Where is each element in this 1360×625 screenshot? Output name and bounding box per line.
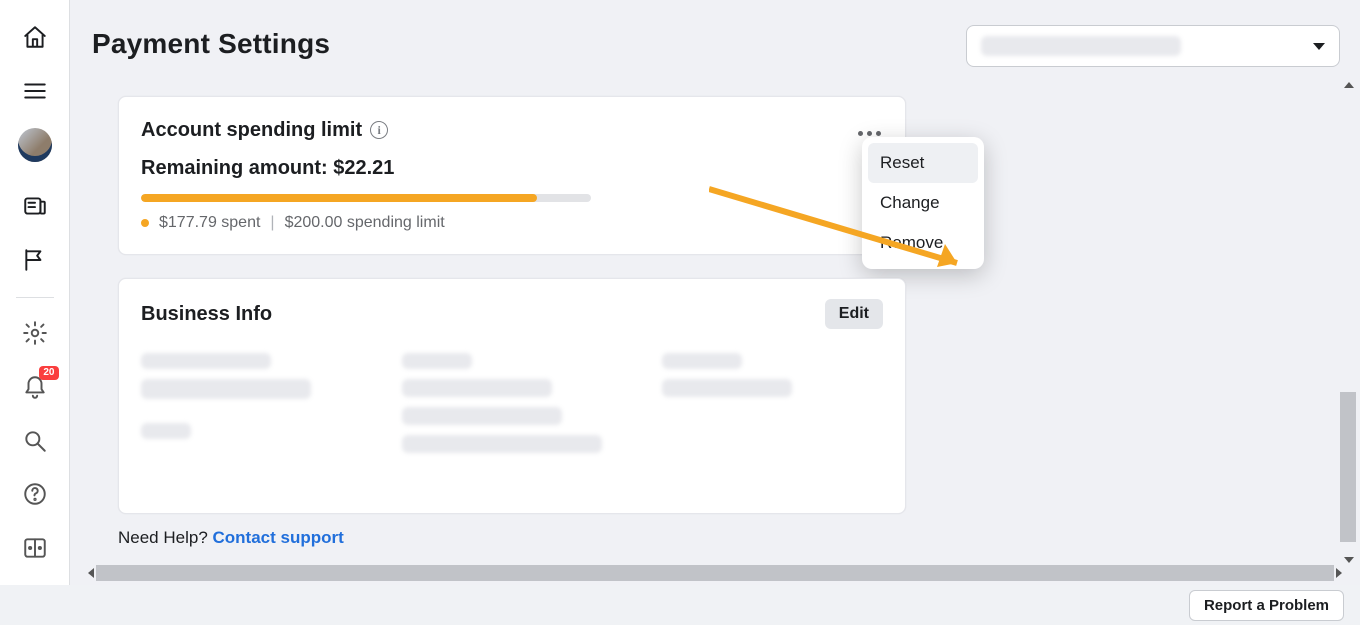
spending-limit-title: Account spending limit [141, 117, 362, 143]
vertical-scrollbar[interactable] [1342, 82, 1356, 563]
biz-col-address [402, 353, 623, 463]
biz-col-name [141, 353, 362, 463]
hamburger-menu-icon[interactable] [15, 74, 55, 108]
main-content: Payment Settings Account spending limit … [70, 0, 1360, 585]
search-icon[interactable] [15, 424, 55, 458]
spending-limit-card: Account spending limit i Remaining amoun… [118, 96, 906, 255]
user-avatar[interactable] [15, 128, 55, 162]
need-help-line: Need Help? Contact support [118, 528, 344, 548]
scroll-thumb-horizontal[interactable] [96, 565, 1334, 581]
biz-col-currency [662, 353, 883, 463]
scroll-right-icon[interactable] [1336, 568, 1342, 578]
contact-support-link[interactable]: Contact support [213, 528, 344, 547]
menu-item-remove[interactable]: Remove [868, 223, 978, 263]
scroll-down-icon[interactable] [1344, 557, 1354, 563]
spending-stats-line: $177.79 spent | $200.00 spending limit [141, 214, 883, 232]
left-nav-rail: 20 [0, 0, 70, 585]
scroll-thumb[interactable] [1340, 392, 1356, 542]
account-name-redacted [981, 36, 1181, 56]
limit-text: $200.00 spending limit [285, 214, 445, 232]
scroll-left-icon[interactable] [88, 568, 94, 578]
home-icon[interactable] [15, 20, 55, 54]
chevron-down-icon [1313, 43, 1325, 50]
account-select-dropdown[interactable] [966, 25, 1340, 67]
remaining-amount-line: Remaining amount: $22.21 [141, 157, 883, 180]
help-icon[interactable] [15, 477, 55, 511]
edit-button[interactable]: Edit [825, 299, 883, 329]
gear-icon[interactable] [15, 316, 55, 350]
page-title: Payment Settings [92, 28, 330, 60]
horizontal-scrollbar[interactable] [88, 565, 1342, 581]
menu-item-change[interactable]: Change [868, 183, 978, 223]
flag-icon[interactable] [15, 243, 55, 277]
info-icon[interactable]: i [370, 121, 388, 139]
business-info-title: Business Info [141, 300, 272, 328]
menu-item-reset[interactable]: Reset [868, 143, 978, 183]
spending-progress-bar [141, 194, 591, 202]
scroll-up-icon[interactable] [1344, 82, 1354, 88]
panel-icon[interactable] [15, 531, 55, 565]
bottom-bar: Report a Problem [0, 585, 1360, 625]
business-info-card: Business Info Edit [118, 278, 906, 514]
report-problem-button[interactable]: Report a Problem [1189, 590, 1344, 621]
spending-progress-fill [141, 194, 537, 202]
spent-text: $177.79 spent [159, 214, 260, 232]
notification-badge: 20 [39, 366, 58, 380]
ellipsis-icon [858, 131, 881, 136]
spending-limit-menu: Reset Change Remove [862, 137, 984, 269]
bell-icon[interactable]: 20 [15, 370, 55, 404]
dot-icon [141, 219, 149, 227]
newspaper-icon[interactable] [15, 190, 55, 224]
